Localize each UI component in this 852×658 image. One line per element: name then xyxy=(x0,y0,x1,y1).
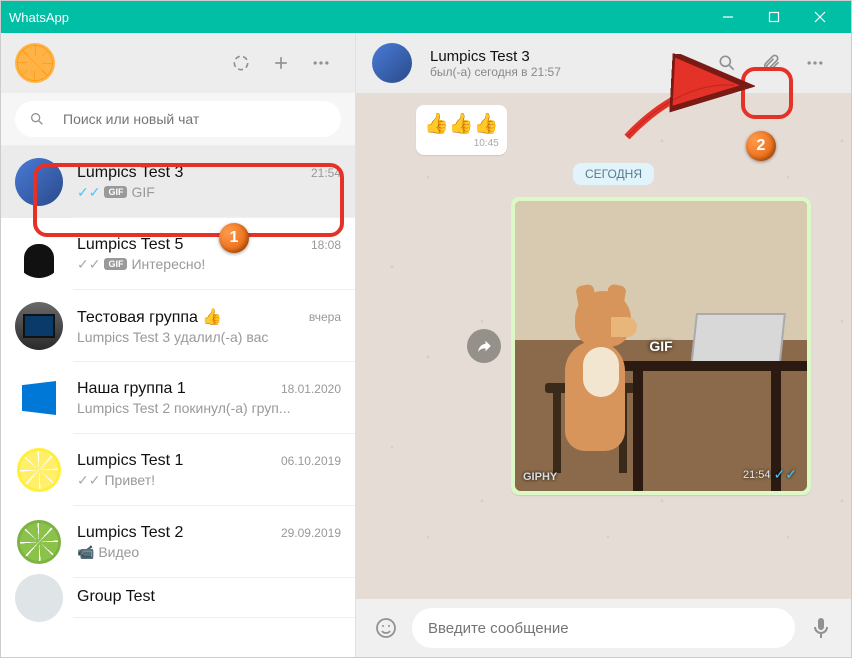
read-checks-icon: ✓✓ xyxy=(77,472,100,489)
gif-badge: GIF xyxy=(104,258,127,270)
conversation-pane: Lumpics Test 3 был(-а) сегодня в 21:57 👍… xyxy=(356,33,851,657)
chat-item-lumpics-test-3[interactable]: Lumpics Test 3 21:54 ✓✓ GIF GIF xyxy=(1,146,355,218)
chat-name: Lumpics Test 1 xyxy=(77,452,183,470)
read-checks-icon: ✓✓ xyxy=(77,184,100,201)
chat-preview: Lumpics Test 3 удалил(-а) вас xyxy=(77,329,341,345)
message-content: 👍👍👍 xyxy=(424,111,499,136)
chat-item-test-group[interactable]: Тестовая группа 👍 вчера Lumpics Test 3 у… xyxy=(1,290,355,362)
search-input[interactable] xyxy=(63,111,327,127)
composer xyxy=(356,599,851,657)
message-input-wrapper[interactable] xyxy=(412,608,795,648)
window-close-button[interactable] xyxy=(797,1,843,33)
chat-avatar xyxy=(15,446,63,494)
chat-name: Group Test xyxy=(77,588,155,606)
chat-name: Наша группа 1 xyxy=(77,380,186,398)
chat-item-lumpics-test-5[interactable]: Lumpics Test 5 18:08 ✓✓ GIF Интересно! xyxy=(1,218,355,290)
conversation-search-icon[interactable] xyxy=(707,43,747,83)
giphy-watermark: GIPHY xyxy=(523,471,557,483)
chat-name: Lumpics Test 3 xyxy=(77,164,183,182)
chat-preview: 📹 Видео xyxy=(77,544,341,561)
status-icon[interactable] xyxy=(221,43,261,83)
chat-preview: Lumpics Test 2 покинул(-а) груп... xyxy=(77,400,341,416)
chat-avatar xyxy=(15,302,63,350)
sidebar: Lumpics Test 3 21:54 ✓✓ GIF GIF Lumpics … xyxy=(1,33,356,657)
chat-avatar xyxy=(15,374,63,422)
chat-time: вчера xyxy=(309,310,341,324)
chat-item-group-test[interactable]: Group Test xyxy=(1,578,355,618)
chat-item-lumpics-test-2[interactable]: Lumpics Test 2 29.09.2019 📹 Видео xyxy=(1,506,355,578)
conversation-name: Lumpics Test 3 xyxy=(430,48,703,65)
chat-avatar xyxy=(15,518,63,566)
chat-preview: ✓✓ GIF GIF xyxy=(77,184,341,201)
voice-message-icon[interactable] xyxy=(805,612,837,644)
window-title: WhatsApp xyxy=(9,10,705,25)
window-titlebar: WhatsApp xyxy=(1,1,851,33)
chat-list: Lumpics Test 3 21:54 ✓✓ GIF GIF Lumpics … xyxy=(1,146,355,657)
sidebar-menu-icon[interactable] xyxy=(301,43,341,83)
chat-avatar xyxy=(15,158,63,206)
chat-time: 18:08 xyxy=(311,238,341,252)
emoji-icon[interactable] xyxy=(370,612,402,644)
conversation-header[interactable]: Lumpics Test 3 был(-а) сегодня в 21:57 xyxy=(356,33,851,93)
chat-avatar xyxy=(15,230,63,278)
date-separator: СЕГОДНЯ xyxy=(416,165,811,183)
conversation-status: был(-а) сегодня в 21:57 xyxy=(430,65,703,79)
chat-time: 06.10.2019 xyxy=(281,454,341,468)
forward-button[interactable] xyxy=(467,329,501,363)
sidebar-header xyxy=(1,33,355,93)
chat-time: 18.01.2020 xyxy=(281,382,341,396)
chat-item-our-group-1[interactable]: Наша группа 1 18.01.2020 Lumpics Test 2 … xyxy=(1,362,355,434)
message-time: 21:54 ✓✓ xyxy=(743,466,797,483)
gif-preview[interactable]: GIF GIPHY 21:54 ✓✓ xyxy=(515,201,807,491)
my-avatar[interactable] xyxy=(15,43,55,83)
messages-area[interactable]: 👍👍👍 10:45 СЕГОДНЯ GIF GIPHY xyxy=(356,93,851,599)
conversation-avatar xyxy=(372,43,412,83)
sidebar-search xyxy=(1,93,355,146)
window-maximize-button[interactable] xyxy=(751,1,797,33)
chat-name: Lumpics Test 5 xyxy=(77,236,183,254)
chat-name: Lumpics Test 2 xyxy=(77,524,183,542)
attach-icon[interactable] xyxy=(751,43,791,83)
chat-name: Тестовая группа 👍 xyxy=(77,307,222,327)
new-chat-icon[interactable] xyxy=(261,43,301,83)
search-icon xyxy=(29,111,45,127)
search-box[interactable] xyxy=(15,101,341,137)
message-input[interactable] xyxy=(428,620,779,637)
chat-item-lumpics-test-1[interactable]: Lumpics Test 1 06.10.2019 ✓✓ Привет! xyxy=(1,434,355,506)
read-checks-icon: ✓✓ xyxy=(77,256,100,273)
chat-preview: ✓✓ GIF Интересно! xyxy=(77,256,341,273)
message-time: 10:45 xyxy=(424,138,499,149)
chat-time: 21:54 xyxy=(311,166,341,180)
chat-avatar xyxy=(15,574,63,622)
chat-preview: ✓✓ Привет! xyxy=(77,472,341,489)
incoming-message[interactable]: 👍👍👍 10:45 xyxy=(416,105,507,155)
conversation-menu-icon[interactable] xyxy=(795,43,835,83)
outgoing-gif-message[interactable]: GIF GIPHY 21:54 ✓✓ xyxy=(511,197,811,495)
window-minimize-button[interactable] xyxy=(705,1,751,33)
chat-time: 29.09.2019 xyxy=(281,526,341,540)
read-checks-icon: ✓✓ xyxy=(774,466,797,483)
gif-badge: GIF xyxy=(104,186,127,198)
